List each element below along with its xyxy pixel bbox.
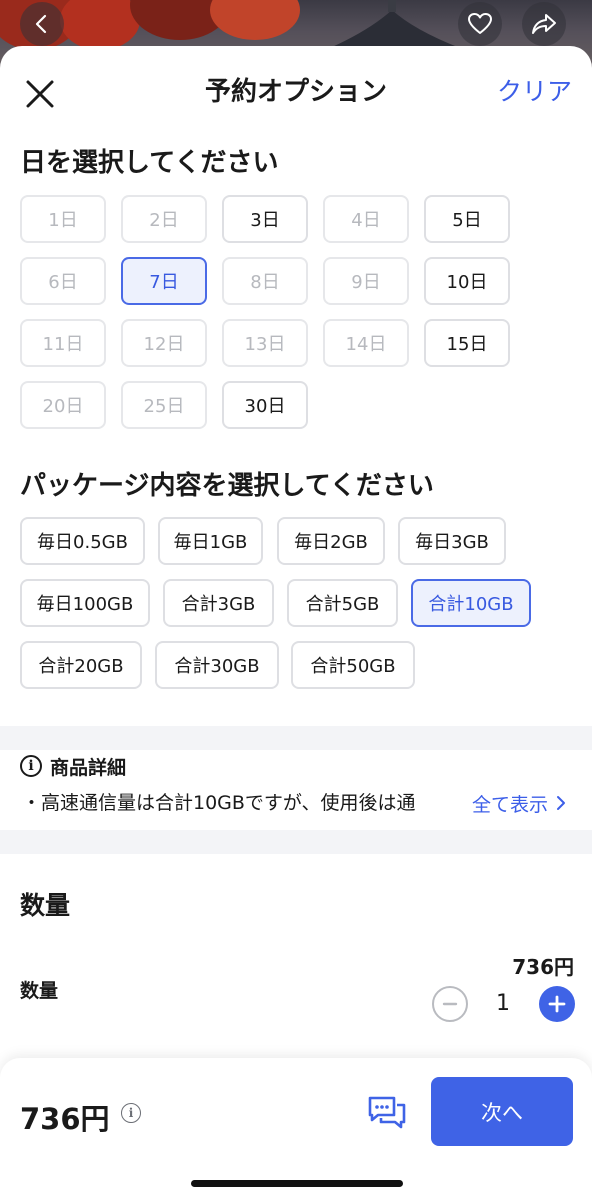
day-option[interactable]: 15日 [424, 319, 510, 367]
day-option: 25日 [121, 381, 207, 429]
day-option[interactable]: 7日 [121, 257, 207, 305]
chevron-right-icon [557, 796, 565, 810]
home-indicator [191, 1180, 403, 1187]
next-button[interactable]: 次へ [431, 1077, 573, 1146]
share-button[interactable] [522, 2, 566, 46]
temple-roof-decoration [330, 0, 460, 48]
chevron-left-icon [35, 14, 47, 34]
increase-quantity-button[interactable] [539, 986, 575, 1022]
day-option[interactable]: 30日 [222, 381, 308, 429]
product-details-header: i 商品詳細 [20, 752, 126, 780]
day-option: 14日 [323, 319, 409, 367]
day-option: 9日 [323, 257, 409, 305]
day-option: 13日 [222, 319, 308, 367]
checkout-footer: 736円 i 次へ [0, 1058, 592, 1200]
section-divider [0, 726, 592, 750]
day-option[interactable]: 3日 [222, 195, 308, 243]
product-details-title: 商品詳細 [50, 756, 127, 779]
decrease-quantity-button[interactable] [432, 986, 468, 1022]
package-option[interactable]: 合計30GB [155, 641, 279, 689]
quantity-section-title: 数量 [20, 891, 71, 920]
price-info-icon[interactable]: i [121, 1103, 141, 1123]
day-option: 6日 [20, 257, 106, 305]
sheet-header: 予約オプション クリア [0, 46, 592, 138]
day-option: 4日 [323, 195, 409, 243]
section-divider [0, 830, 592, 854]
minus-icon [442, 1002, 458, 1006]
package-option[interactable]: 合計5GB [287, 579, 398, 627]
package-option[interactable]: 毎日2GB [277, 517, 385, 565]
show-all-label: 全て表示 [471, 793, 548, 816]
info-icon: i [20, 755, 42, 777]
unit-price: 736円 [512, 955, 574, 979]
maple-leaves-decoration [60, 0, 140, 50]
quantity-value: 1 [496, 991, 510, 1016]
day-option: 11日 [20, 319, 106, 367]
package-option[interactable]: 毎日0.5GB [20, 517, 145, 565]
package-option[interactable]: 毎日100GB [20, 579, 150, 627]
package-option[interactable]: 合計3GB [163, 579, 274, 627]
day-option: 20日 [20, 381, 106, 429]
favorite-button[interactable] [458, 2, 502, 46]
package-option[interactable]: 毎日3GB [398, 517, 506, 565]
day-option[interactable]: 10日 [424, 257, 510, 305]
share-icon [532, 14, 556, 34]
day-option: 2日 [121, 195, 207, 243]
day-option: 12日 [121, 319, 207, 367]
clear-button[interactable]: クリア [497, 74, 572, 110]
total-price: 736円 [20, 1102, 110, 1136]
day-option: 8日 [222, 257, 308, 305]
package-option[interactable]: 合計20GB [20, 641, 142, 689]
day-option: 1日 [20, 195, 106, 243]
package-option[interactable]: 毎日1GB [158, 517, 263, 565]
show-all-link[interactable]: 全て表示 [472, 788, 570, 818]
chat-button[interactable] [364, 1092, 410, 1134]
back-button[interactable] [20, 2, 64, 46]
days-section-title: 日を選択してください [20, 148, 279, 178]
plus-icon [548, 995, 566, 1013]
product-details-text: ・高速通信量は合計10GBですが、使用後は通 [22, 792, 416, 814]
chat-icon [368, 1096, 406, 1129]
packages-section-title: パッケージ内容を選択してください [20, 471, 434, 501]
package-option[interactable]: 合計50GB [291, 641, 415, 689]
day-option[interactable]: 5日 [424, 195, 510, 243]
booking-options-sheet: 予約オプション クリア 日を選択してください 1日 2日 3日 4日 5日 6日 7日 8日 9… [0, 46, 592, 1200]
maple-leaves-decoration [210, 0, 300, 40]
heart-icon [468, 13, 492, 34]
quantity-label: 数量 [20, 980, 59, 1002]
package-option[interactable]: 合計10GB [411, 579, 531, 627]
